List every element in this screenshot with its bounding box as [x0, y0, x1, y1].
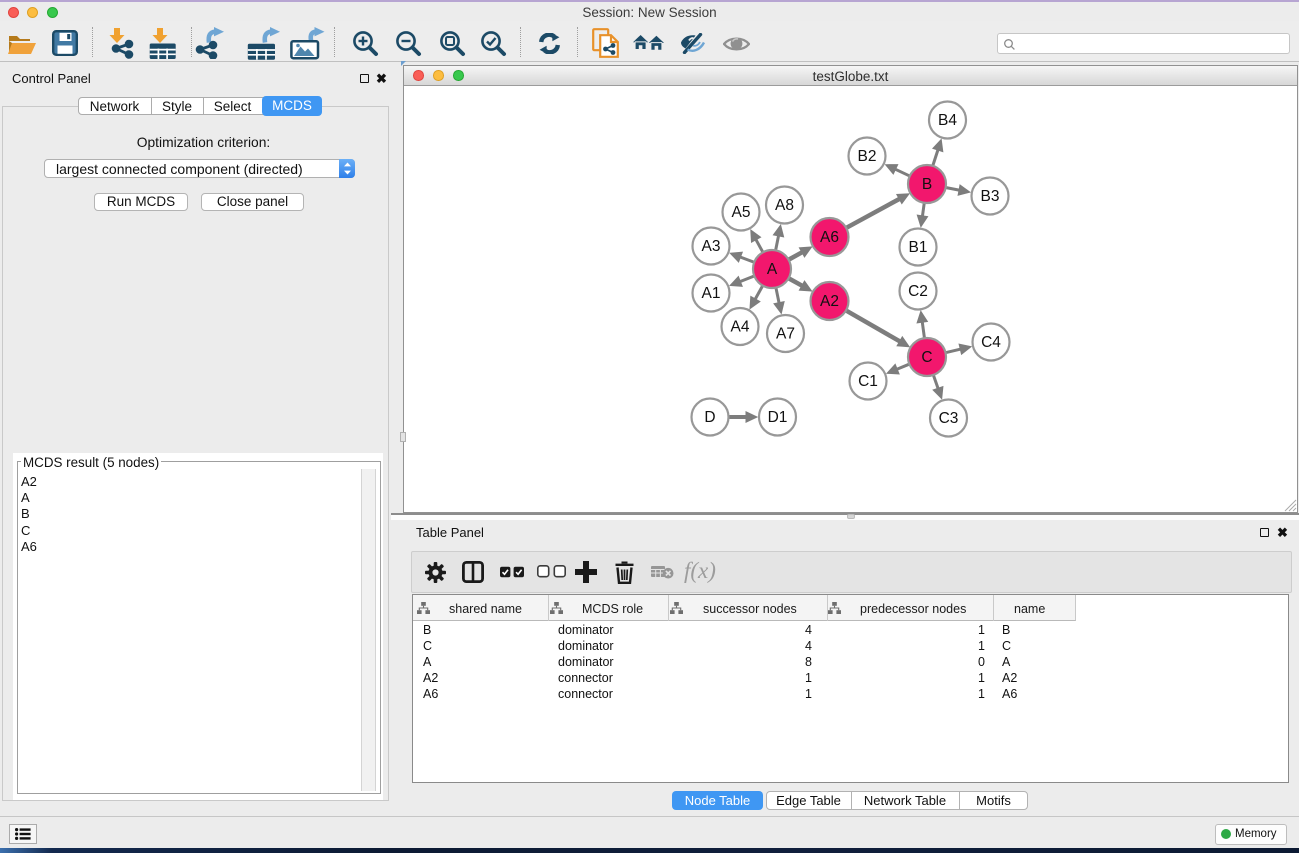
svg-text:A4: A4	[731, 319, 750, 336]
svg-text:B: B	[922, 176, 932, 193]
svg-text:A3: A3	[702, 238, 721, 255]
svg-text:A: A	[767, 261, 778, 278]
svg-text:B2: B2	[858, 148, 877, 165]
svg-text:C: C	[921, 349, 932, 366]
svg-text:A2: A2	[820, 293, 839, 310]
svg-text:A5: A5	[732, 204, 751, 221]
svg-text:B1: B1	[909, 239, 928, 256]
svg-text:B3: B3	[981, 188, 1000, 205]
svg-text:A1: A1	[702, 285, 721, 302]
svg-text:C1: C1	[858, 373, 878, 390]
svg-text:A6: A6	[820, 229, 839, 246]
svg-text:A7: A7	[776, 326, 795, 343]
svg-text:C2: C2	[908, 283, 928, 300]
svg-text:D: D	[704, 409, 715, 426]
svg-text:D1: D1	[768, 409, 788, 426]
svg-text:C3: C3	[939, 410, 959, 427]
svg-text:B4: B4	[938, 112, 957, 129]
svg-text:C4: C4	[981, 334, 1001, 351]
svg-text:A8: A8	[775, 197, 794, 214]
